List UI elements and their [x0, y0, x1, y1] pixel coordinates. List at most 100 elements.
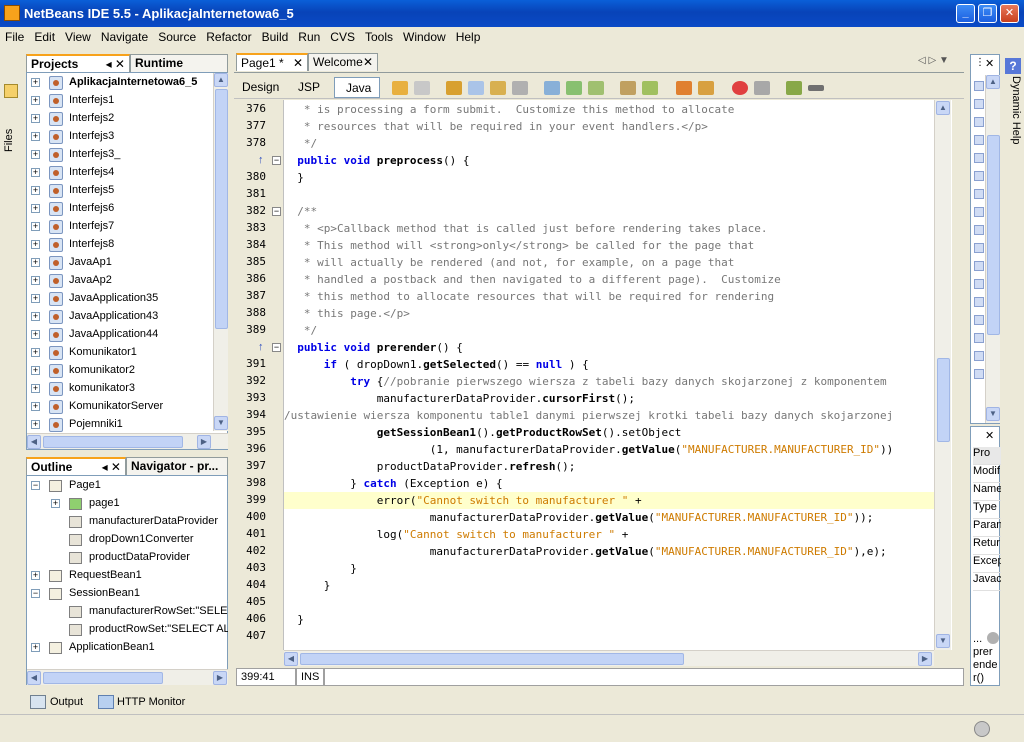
expand-icon[interactable]: + [31, 78, 40, 87]
property-row[interactable]: Paran [973, 519, 1001, 537]
project-item[interactable]: + Komunikator1 [27, 344, 213, 362]
palette-item-icon[interactable] [974, 369, 984, 379]
expand-icon[interactable]: + [31, 348, 40, 357]
editor-vscrollbar[interactable]: ▲ ▼ [934, 100, 951, 650]
close-icon[interactable]: ✕ [363, 55, 373, 69]
close-icon[interactable]: ✕ [985, 57, 994, 70]
tab-page1[interactable]: Page1 * ✕ [236, 53, 308, 71]
expand-icon[interactable]: + [31, 643, 40, 652]
editor-hscrollbar[interactable]: ◀ ▶ [284, 650, 934, 666]
code-editor[interactable]: 376 377 378 ↑ −380 381 382−383 384 385 386 387 388 3… [234, 100, 952, 650]
output-tab[interactable]: Output [50, 696, 83, 708]
toggle-highlight-icon[interactable] [512, 81, 528, 95]
outline-item[interactable]: − Page1 [27, 477, 228, 495]
expand-icon[interactable]: + [31, 384, 40, 393]
projects-hscrollbar[interactable]: ◀ ▶ [27, 433, 228, 449]
expand-icon[interactable]: + [31, 312, 40, 321]
scroll-down-icon[interactable]: ▼ [936, 634, 950, 648]
palette-item-icon[interactable] [974, 189, 984, 199]
scroll-left-icon[interactable]: ◀ [284, 652, 298, 666]
expand-icon[interactable]: + [31, 186, 40, 195]
record-macro-icon[interactable] [732, 81, 748, 95]
expand-icon[interactable]: + [31, 366, 40, 375]
scroll-right-icon[interactable]: ▶ [197, 435, 211, 449]
project-item[interactable]: + JavaAp2 [27, 272, 213, 290]
menu-source[interactable]: Source [153, 27, 201, 44]
view-jsp-button[interactable]: JSP [290, 78, 330, 97]
expand-icon[interactable]: + [31, 258, 40, 267]
scroll-right-icon[interactable]: ▶ [918, 652, 932, 666]
scroll-up-icon[interactable]: ▲ [986, 75, 1000, 89]
palette-vscrollbar[interactable]: ▲ ▼ [985, 75, 1000, 423]
minimize-button[interactable]: _ [956, 4, 975, 23]
menu-help[interactable]: Help [451, 27, 486, 44]
project-item[interactable]: + Interfejs4 [27, 164, 213, 182]
project-item[interactable]: + Interfejs2 [27, 110, 213, 128]
menu-window[interactable]: Window [398, 27, 451, 44]
view-design-button[interactable]: Design [236, 78, 282, 97]
outline-item[interactable]: productDataProvider [27, 549, 228, 567]
project-item[interactable]: + Interfejs6 [27, 200, 213, 218]
menu-cvs[interactable]: CVS [325, 27, 360, 44]
tab-projects[interactable]: Projects ◂ ✕ [26, 54, 130, 72]
outline-item[interactable]: + page1 [27, 495, 228, 513]
scroll-up-icon[interactable]: ▲ [214, 73, 228, 87]
expand-icon[interactable]: + [31, 114, 40, 123]
menu-run[interactable]: Run [293, 27, 325, 44]
scroll-left-icon[interactable]: ◀ [27, 671, 41, 685]
outline-item[interactable]: + ApplicationBean1 [27, 639, 228, 657]
project-item[interactable]: + Interfejs3_ [27, 146, 213, 164]
palette-item-icon[interactable] [974, 243, 984, 253]
expand-icon[interactable]: + [31, 330, 40, 339]
close-icon[interactable]: ✕ [293, 56, 303, 70]
scroll-thumb[interactable] [937, 358, 950, 442]
expand-icon[interactable]: + [31, 204, 40, 213]
expand-icon[interactable]: + [31, 420, 40, 429]
property-row[interactable]: Excep [973, 555, 1001, 573]
menu-navigate[interactable]: Navigate [96, 27, 153, 44]
project-item[interactable]: + JavaApplication43 [27, 308, 213, 326]
expand-icon[interactable]: + [31, 571, 40, 580]
palette-item-icon[interactable] [974, 297, 984, 307]
tab-scroll-arrows-icon[interactable]: ◁ ▷ ▼ [918, 55, 949, 66]
expand-icon[interactable]: + [31, 402, 40, 411]
scroll-left-icon[interactable]: ◀ [27, 435, 41, 449]
project-item[interactable]: + JavaApplication35 [27, 290, 213, 308]
stop-macro-icon[interactable] [754, 81, 770, 95]
property-row[interactable]: Javac [973, 573, 1001, 591]
palette-item-icon[interactable] [974, 333, 984, 343]
tab-welcome[interactable]: Welcome ✕ [308, 53, 378, 71]
palette-item-icon[interactable] [974, 225, 984, 235]
project-item[interactable]: + Interfejs8 [27, 236, 213, 254]
expand-icon[interactable]: + [31, 276, 40, 285]
project-item[interactable]: + komunikator2 [27, 362, 213, 380]
expand-icon[interactable]: − [31, 589, 40, 598]
http-monitor-tab[interactable]: HTTP Monitor [117, 696, 185, 708]
project-item[interactable]: + Interfejs5 [27, 182, 213, 200]
scroll-thumb[interactable] [300, 653, 684, 665]
menu-refactor[interactable]: Refactor [201, 27, 256, 44]
project-item[interactable]: + KomunikatorServer [27, 398, 213, 416]
expand-icon[interactable]: + [31, 132, 40, 141]
palette-item-icon[interactable] [974, 207, 984, 217]
menu-build[interactable]: Build [257, 27, 294, 44]
uncomment-icon[interactable] [698, 81, 714, 95]
find-icon[interactable] [446, 81, 462, 95]
scroll-thumb[interactable] [43, 436, 183, 448]
expand-icon[interactable]: + [31, 168, 40, 177]
scroll-down-icon[interactable]: ▼ [986, 407, 1000, 421]
task-icon[interactable] [786, 81, 802, 95]
find-next-icon[interactable] [468, 81, 484, 95]
project-item[interactable]: + AplikacjaInternetowa6_5 [27, 74, 213, 92]
palette-menu-icon[interactable]: ⋮ [975, 57, 985, 68]
menu-file[interactable]: File [0, 27, 29, 44]
palette-item-icon[interactable] [974, 279, 984, 289]
palette-item-icon[interactable] [974, 81, 984, 91]
expand-icon[interactable]: + [31, 96, 40, 105]
close-icon[interactable]: ◂ ✕ [102, 460, 121, 474]
palette-item-icon[interactable] [974, 135, 984, 145]
palette-item-icon[interactable] [974, 351, 984, 361]
close-icon[interactable]: ✕ [985, 429, 994, 442]
back-icon[interactable] [392, 81, 408, 95]
palette-item-icon[interactable] [974, 315, 984, 325]
